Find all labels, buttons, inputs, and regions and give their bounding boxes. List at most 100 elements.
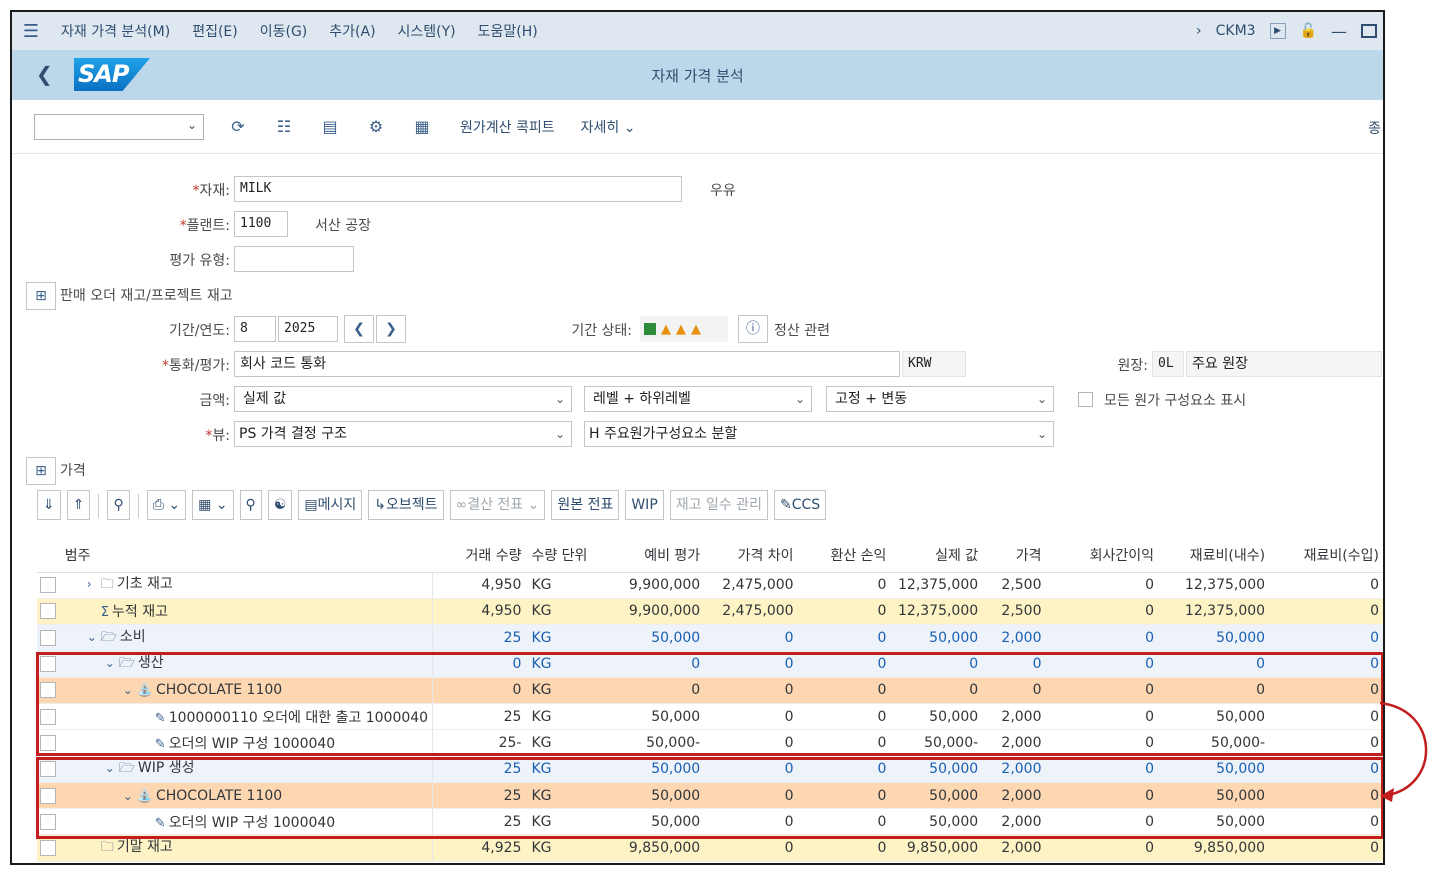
sales-order-stock-toggle[interactable]: 판매 오더 재고/프로젝트 재고 — [60, 285, 233, 305]
category-label[interactable]: 생산 — [138, 655, 164, 671]
row-checkbox[interactable] — [39, 603, 56, 620]
table-row[interactable]: ✎ 오더의 WIP 구성 1000040 25- KG 50,000- 0 0 5… — [37, 729, 1383, 757]
row-checkbox[interactable] — [39, 787, 56, 804]
year-input[interactable]: 2025 — [278, 316, 338, 342]
hierarchy-icon[interactable]: ▤ — [318, 117, 342, 136]
unlock-icon[interactable]: 🔓 — [1300, 23, 1317, 39]
row-checkbox[interactable] — [39, 577, 56, 594]
print-menu-button[interactable]: ⎙ ⌄ — [146, 490, 187, 520]
chevron-down-icon[interactable]: ⌄ — [105, 656, 119, 670]
category-label[interactable]: 오더의 WIP 구성 1000040 — [169, 736, 336, 752]
column-header-quantity[interactable]: 거래 수량 — [432, 538, 526, 573]
period-next-button[interactable]: ❯ — [376, 315, 406, 343]
table-row[interactable]: ⌄ 🗁 WIP 생성 25 KG 50,000 0 0 50,000 2,000 0… — [37, 756, 1383, 783]
row-checkbox[interactable] — [39, 656, 56, 673]
row-checkbox[interactable] — [39, 734, 56, 751]
hamburger-icon[interactable]: ☰ — [12, 21, 50, 42]
table-row[interactable]: ⌄ 🗁 생산 0 KG 0 0 0 0 0 0 0 0 — [37, 650, 1383, 678]
chevron-down-icon[interactable]: ⌄ — [105, 761, 119, 775]
original-document-button[interactable]: 원본 전표 — [551, 490, 620, 520]
column-header-material-import[interactable]: 재료비(수입) — [1269, 538, 1383, 573]
expand-all-icon[interactable]: ⇓ — [37, 490, 61, 520]
menu-item-edit[interactable]: 편집(E) — [192, 21, 238, 41]
collapse-all-icon[interactable]: ⇑ — [66, 490, 91, 520]
view-select[interactable]: PS 가격 결정 구조 ⌄ — [234, 421, 572, 447]
wip-button[interactable]: WIP — [625, 490, 664, 520]
menu-item-material-price[interactable]: 자재 가격 분석(M) — [61, 21, 170, 41]
category-label[interactable]: 기초 재고 — [117, 576, 173, 592]
chevron-down-icon[interactable]: ⌄ — [123, 683, 137, 697]
category-label[interactable]: 누적 재고 — [112, 604, 168, 620]
column-header-material-domestic[interactable]: 재료비(내수) — [1158, 538, 1270, 573]
row-checkbox[interactable] — [39, 682, 56, 699]
layout-menu-button[interactable]: ▦ ⌄ — [192, 490, 234, 520]
column-header-unit[interactable]: 수량 단위 — [525, 538, 617, 573]
table-row[interactable]: ⌄ ⛲ CHOCOLATE 1100 0 KG 0 0 0 0 0 0 0 0 — [37, 677, 1383, 704]
category-label[interactable]: 기말 재고 — [117, 839, 173, 855]
column-header-prelim-valuation[interactable]: 예비 평가 — [616, 538, 705, 573]
chevron-right-icon[interactable]: › — [87, 577, 101, 591]
stock-days-button[interactable]: 재고 일수 관리 — [669, 490, 768, 520]
material-input[interactable]: MILK — [234, 176, 682, 202]
category-label[interactable]: 소비 — [120, 629, 146, 645]
table-row[interactable]: 🗀 기말 재고 4,925 KG 9,850,000 0 0 9,850,000 … — [37, 834, 1383, 862]
level-select[interactable]: 레벨 + 하위레벨 ⌄ — [584, 386, 812, 412]
layout-select[interactable]: ⌄ — [34, 113, 204, 140]
maximize-icon[interactable] — [1361, 24, 1377, 38]
object-button[interactable]: ↳오브젝트 — [368, 490, 444, 520]
category-label[interactable]: 오더의 WIP 구성 1000040 — [169, 815, 336, 831]
period-prev-button[interactable]: ❮ — [344, 315, 374, 343]
chevron-down-icon[interactable]: ⌄ — [123, 789, 137, 803]
row-checkbox[interactable] — [39, 813, 56, 830]
ccs-button[interactable]: ✎CCS — [773, 490, 827, 520]
table-row[interactable]: › 🗀 기초 재고 4,950 KG 9,900,000 2,475,000 0 1… — [37, 572, 1383, 599]
row-checkbox[interactable] — [39, 708, 56, 725]
info-icon[interactable]: ⓘ — [738, 315, 768, 343]
row-checkbox[interactable] — [39, 629, 56, 646]
menu-item-system[interactable]: 시스템(Y) — [398, 21, 456, 41]
closing-document-button[interactable]: ∞결산 전표 ⌄ — [449, 490, 546, 520]
category-label[interactable]: CHOCOLATE 1100 — [156, 788, 282, 804]
table-row[interactable]: ✎ 1000000110 오더에 대한 출고 1000040 25 KG 50,0… — [37, 703, 1383, 731]
column-header-price[interactable]: 가격 — [982, 538, 1046, 573]
row-checkbox[interactable] — [39, 840, 56, 857]
zoom-icon[interactable]: ⚲ — [239, 490, 262, 520]
category-label[interactable]: WIP 생성 — [138, 760, 195, 776]
search-icon[interactable]: ⚲ — [107, 490, 130, 520]
category-label[interactable]: 1000000110 오더에 대한 출고 1000040 — [169, 710, 428, 726]
column-header-interco-profit[interactable]: 회사간이익 — [1045, 538, 1159, 573]
currency-valuation-input[interactable]: 회사 코드 통화 — [234, 351, 900, 377]
row-checkbox[interactable] — [39, 761, 56, 778]
menu-item-goto[interactable]: 이동(G) — [260, 21, 308, 41]
amount-select[interactable]: 실제 값 ⌄ — [234, 386, 572, 412]
refresh-icon[interactable]: ⟳ — [226, 117, 250, 136]
expand-sales-order-icon[interactable]: ⊞ — [26, 282, 56, 310]
cost-component-select[interactable]: H 주요원가구성요소 분할 ⌄ — [584, 421, 1054, 447]
toolbar-overflow[interactable]: 종 — [1368, 118, 1381, 138]
chevron-right-icon[interactable]: › — [1196, 23, 1202, 39]
settings-icon[interactable]: ⚙ — [364, 117, 388, 136]
structure-icon[interactable]: ☯ — [267, 490, 293, 520]
menu-item-help[interactable]: 도움말(H) — [478, 21, 538, 41]
column-header-category[interactable]: 범주 — [58, 538, 433, 573]
price-section-toggle[interactable]: 가격 — [60, 460, 86, 480]
table-row[interactable]: ⌄ 🗁 소비 25 KG 50,000 0 0 50,000 2,000 0 50,… — [37, 624, 1383, 652]
object-info-icon[interactable]: ☷ — [272, 117, 296, 136]
play-icon[interactable]: ▶ — [1269, 23, 1286, 39]
column-header-actual-value[interactable]: 실제 값 — [890, 538, 983, 573]
message-button[interactable]: ▤메시지 — [298, 490, 363, 520]
expand-price-icon[interactable]: ⊞ — [26, 457, 56, 485]
column-header-fx-diff[interactable]: 환산 손익 — [797, 538, 891, 573]
more-menu-button[interactable]: 자세히 ⌄ — [581, 117, 636, 137]
costing-cockpit-button[interactable]: 원가계산 콕피트 — [460, 117, 555, 137]
table-row[interactable]: Σ 누적 재고 4,950 KG 9,900,000 2,475,000 0 12… — [37, 598, 1383, 626]
show-all-components-checkbox[interactable] — [1078, 392, 1093, 407]
table-row[interactable]: ⌄ ⛲ CHOCOLATE 1100 25 KG 50,000 0 0 50,000… — [37, 782, 1383, 810]
category-label[interactable]: CHOCOLATE 1100 — [156, 682, 282, 698]
chevron-down-icon[interactable]: ⌄ — [87, 630, 101, 644]
table-row[interactable]: ✎ 오더의 WIP 구성 1000040 25 KG 50,000 0 0 50,… — [37, 808, 1383, 836]
column-header-price-diff[interactable]: 가격 차이 — [704, 538, 798, 573]
period-input[interactable]: 8 — [234, 316, 276, 342]
menu-item-extras[interactable]: 추가(A) — [329, 21, 375, 41]
minimize-icon[interactable]: — — [1331, 22, 1347, 41]
